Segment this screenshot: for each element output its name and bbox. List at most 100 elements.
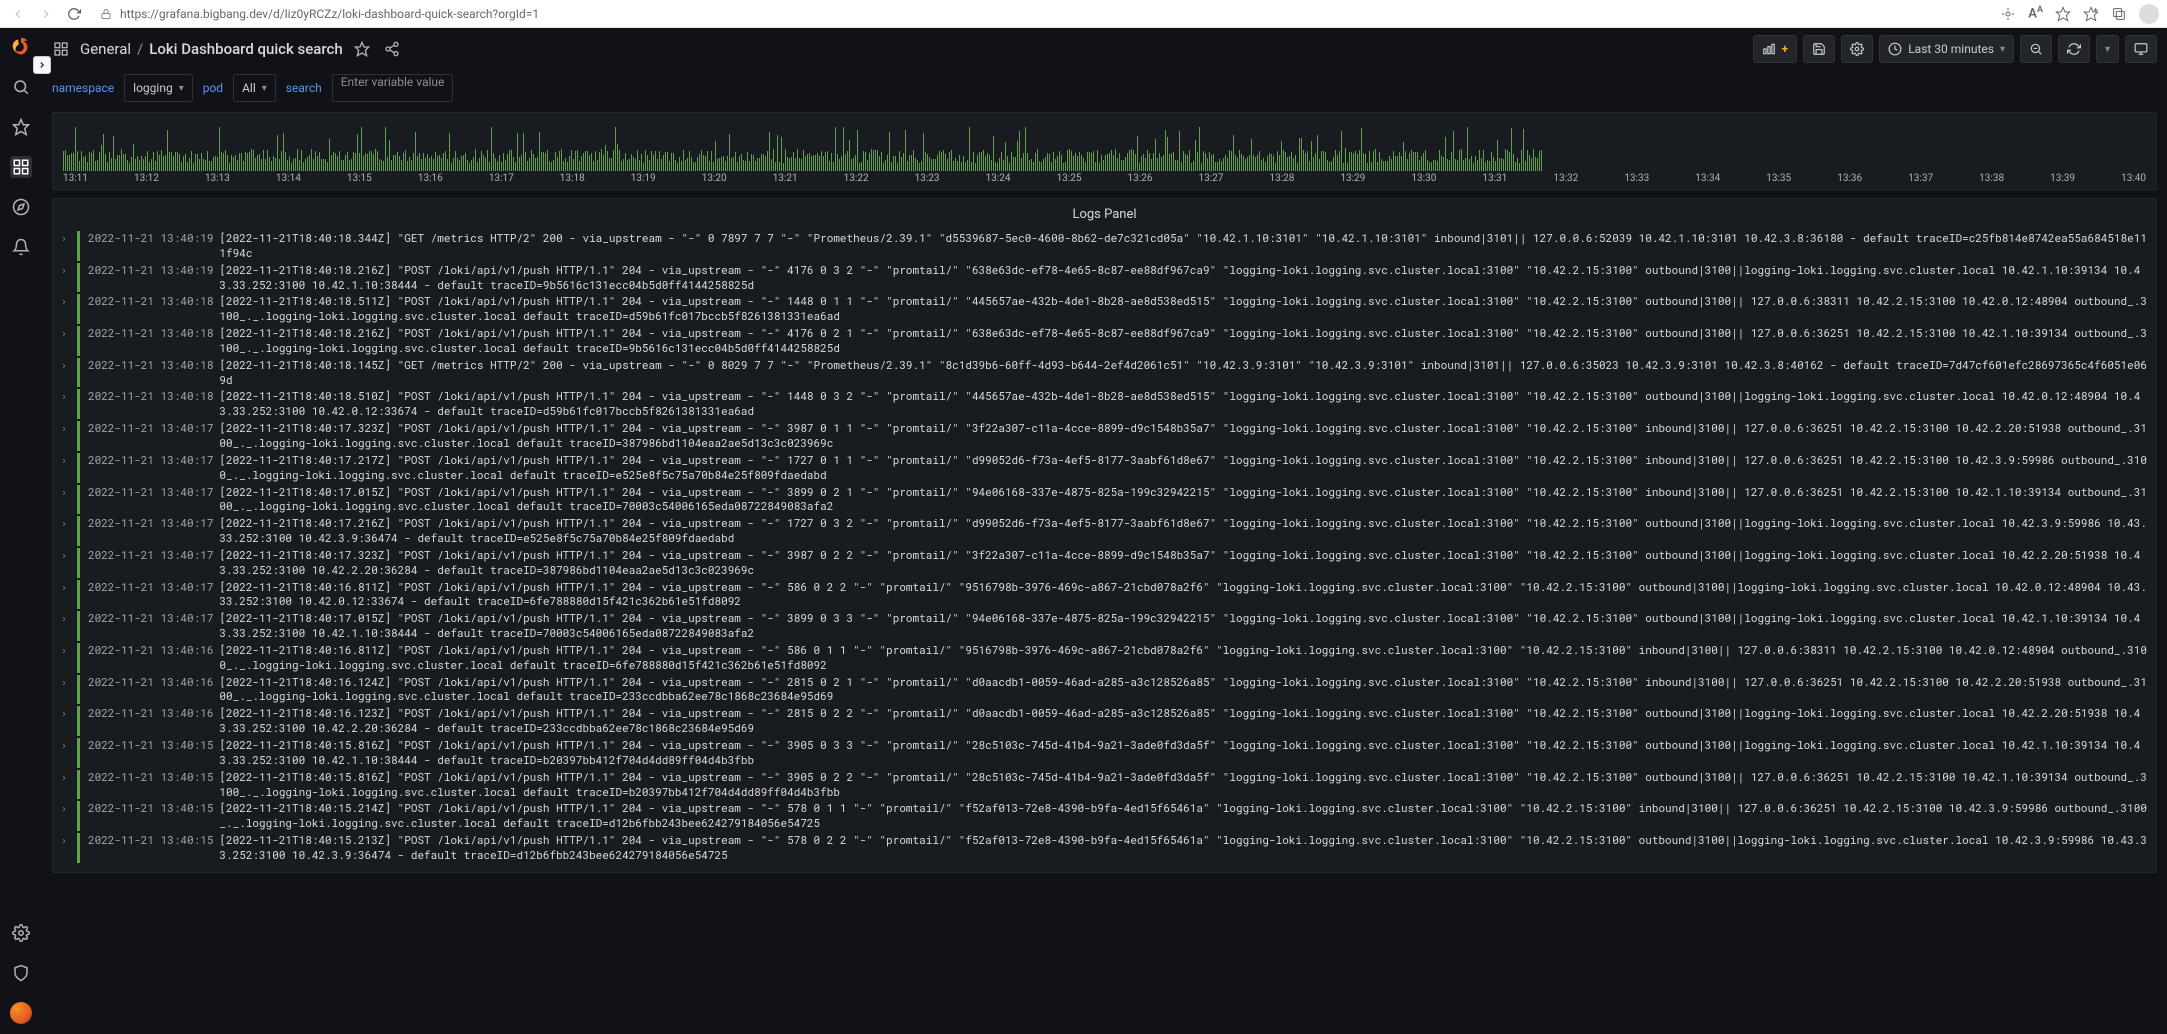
log-row[interactable]: ›2022-11-21 13:40:16[2022-11-21T18:40:16… xyxy=(61,642,2148,674)
zoom-out-button[interactable] xyxy=(2020,35,2052,63)
breadcrumb-title[interactable]: Loki Dashboard quick search xyxy=(149,40,343,58)
favorites-add-icon[interactable] xyxy=(2083,6,2099,22)
add-panel-button[interactable]: + xyxy=(1753,35,1798,63)
expand-chevron-icon[interactable]: › xyxy=(61,738,71,753)
chart-tick-label: 13:19 xyxy=(631,173,656,187)
search-icon[interactable] xyxy=(10,76,32,98)
user-avatar[interactable] xyxy=(10,1002,32,1024)
log-timestamp: 2022-11-21 13:40:18 xyxy=(88,294,213,309)
collections-icon[interactable] xyxy=(2111,6,2127,22)
nav-expand-button[interactable] xyxy=(33,56,51,74)
chart-tick-label: 13:24 xyxy=(986,173,1011,187)
log-message: [2022-11-21T18:40:15.213Z] "POST /loki/a… xyxy=(219,833,2148,863)
browser-refresh-button[interactable] xyxy=(64,4,84,24)
favorite-star-icon[interactable] xyxy=(351,38,373,60)
var-pod-select[interactable]: All ▾ xyxy=(233,74,276,102)
chart-tick-label: 13:16 xyxy=(418,173,443,187)
configuration-icon[interactable] xyxy=(10,922,32,944)
settings-button[interactable] xyxy=(1841,35,1873,63)
chart-tick-label: 13:28 xyxy=(1269,173,1294,187)
log-row[interactable]: ›2022-11-21 13:40:15[2022-11-21T18:40:15… xyxy=(61,800,2148,832)
expand-chevron-icon[interactable]: › xyxy=(61,263,71,278)
expand-chevron-icon[interactable]: › xyxy=(61,548,71,563)
expand-chevron-icon[interactable]: › xyxy=(61,706,71,721)
log-row[interactable]: ›2022-11-21 13:40:18[2022-11-21T18:40:18… xyxy=(61,293,2148,325)
log-row[interactable]: ›2022-11-21 13:40:17[2022-11-21T18:40:16… xyxy=(61,579,2148,611)
log-volume-chart[interactable]: 13:1113:1213:1313:1413:1513:1613:1713:18… xyxy=(52,112,2157,190)
chart-tick-label: 13:22 xyxy=(844,173,869,187)
log-level-bar xyxy=(77,580,80,610)
browser-toolbar: https://grafana.bigbang.dev/d/liz0yRCZz/… xyxy=(0,0,2167,28)
log-level-bar xyxy=(77,294,80,324)
log-row[interactable]: ›2022-11-21 13:40:15[2022-11-21T18:40:15… xyxy=(61,769,2148,801)
starred-icon[interactable] xyxy=(10,116,32,138)
logs-list[interactable]: ›2022-11-21 13:40:19[2022-11-21T18:40:18… xyxy=(53,230,2156,872)
log-level-bar xyxy=(77,611,80,641)
var-search-input[interactable]: Enter variable value xyxy=(332,74,454,102)
browser-url[interactable]: https://grafana.bigbang.dev/d/liz0yRCZz/… xyxy=(120,7,539,21)
explore-icon[interactable] xyxy=(10,196,32,218)
favorites-star-icon[interactable] xyxy=(2055,6,2071,22)
var-namespace-value: logging xyxy=(133,81,173,95)
expand-chevron-icon[interactable]: › xyxy=(61,580,71,595)
expand-chevron-icon[interactable]: › xyxy=(61,833,71,848)
expand-chevron-icon[interactable]: › xyxy=(61,389,71,404)
expand-chevron-icon[interactable]: › xyxy=(61,358,71,373)
log-level-bar xyxy=(77,358,80,388)
time-range-picker[interactable]: Last 30 minutes ▾ xyxy=(1879,35,2014,63)
chart-tick-label: 13:20 xyxy=(702,173,727,187)
log-row[interactable]: ›2022-11-21 13:40:16[2022-11-21T18:40:16… xyxy=(61,674,2148,706)
log-row[interactable]: ›2022-11-21 13:40:17[2022-11-21T18:40:17… xyxy=(61,547,2148,579)
breadcrumb-separator: / xyxy=(137,40,143,58)
dashboards-icon[interactable] xyxy=(10,156,32,178)
log-row[interactable]: ›2022-11-21 13:40:17[2022-11-21T18:40:17… xyxy=(61,610,2148,642)
log-row[interactable]: ›2022-11-21 13:40:16[2022-11-21T18:40:16… xyxy=(61,705,2148,737)
text-size-icon[interactable]: AA xyxy=(2028,5,2043,21)
browser-forward-button[interactable] xyxy=(36,4,56,24)
logs-panel-title: Logs Panel xyxy=(53,199,2156,230)
log-row[interactable]: ›2022-11-21 13:40:17[2022-11-21T18:40:17… xyxy=(61,515,2148,547)
save-button[interactable] xyxy=(1803,35,1835,63)
expand-chevron-icon[interactable]: › xyxy=(61,516,71,531)
expand-chevron-icon[interactable]: › xyxy=(61,453,71,468)
log-message: [2022-11-21T18:40:15.816Z] "POST /loki/a… xyxy=(219,770,2148,800)
log-row[interactable]: ›2022-11-21 13:40:19[2022-11-21T18:40:18… xyxy=(61,262,2148,294)
log-row[interactable]: ›2022-11-21 13:40:18[2022-11-21T18:40:18… xyxy=(61,357,2148,389)
expand-chevron-icon[interactable]: › xyxy=(61,611,71,626)
expand-chevron-icon[interactable]: › xyxy=(61,770,71,785)
server-admin-icon[interactable] xyxy=(10,962,32,984)
panel-grid-icon[interactable] xyxy=(50,38,72,60)
refresh-interval-picker[interactable]: ▾ xyxy=(2096,35,2119,63)
log-row[interactable]: ›2022-11-21 13:40:17[2022-11-21T18:40:17… xyxy=(61,420,2148,452)
expand-chevron-icon[interactable]: › xyxy=(61,421,71,436)
log-row[interactable]: ›2022-11-21 13:40:18[2022-11-21T18:40:18… xyxy=(61,325,2148,357)
expand-chevron-icon[interactable]: › xyxy=(61,231,71,246)
log-row[interactable]: ›2022-11-21 13:40:15[2022-11-21T18:40:15… xyxy=(61,832,2148,864)
expand-chevron-icon[interactable]: › xyxy=(61,801,71,816)
grafana-logo-icon[interactable] xyxy=(10,36,32,58)
refresh-button[interactable] xyxy=(2058,35,2090,63)
expand-chevron-icon[interactable]: › xyxy=(61,675,71,690)
log-row[interactable]: ›2022-11-21 13:40:18[2022-11-21T18:40:18… xyxy=(61,388,2148,420)
alerting-icon[interactable] xyxy=(10,236,32,258)
log-row[interactable]: ›2022-11-21 13:40:17[2022-11-21T18:40:17… xyxy=(61,484,2148,516)
log-row[interactable]: ›2022-11-21 13:40:15[2022-11-21T18:40:15… xyxy=(61,737,2148,769)
browser-profile-avatar[interactable] xyxy=(2139,4,2159,24)
log-row[interactable]: ›2022-11-21 13:40:17[2022-11-21T18:40:17… xyxy=(61,452,2148,484)
breadcrumb-root[interactable]: General xyxy=(80,40,131,58)
log-message: [2022-11-21T18:40:17.015Z] "POST /loki/a… xyxy=(219,485,2148,515)
browser-back-button[interactable] xyxy=(8,4,28,24)
expand-chevron-icon[interactable]: › xyxy=(61,294,71,309)
chart-tick-label: 13:36 xyxy=(1837,173,1862,187)
log-level-bar xyxy=(77,326,80,356)
log-level-bar xyxy=(77,833,80,863)
expand-chevron-icon[interactable]: › xyxy=(61,485,71,500)
log-timestamp: 2022-11-21 13:40:17 xyxy=(88,580,213,595)
expand-chevron-icon[interactable]: › xyxy=(61,643,71,658)
expand-chevron-icon[interactable]: › xyxy=(61,326,71,341)
var-namespace-select[interactable]: logging ▾ xyxy=(124,74,193,102)
log-row[interactable]: ›2022-11-21 13:40:19[2022-11-21T18:40:18… xyxy=(61,230,2148,262)
tv-mode-button[interactable] xyxy=(2125,35,2157,63)
read-aloud-icon[interactable] xyxy=(2000,6,2016,22)
share-icon[interactable] xyxy=(381,38,403,60)
